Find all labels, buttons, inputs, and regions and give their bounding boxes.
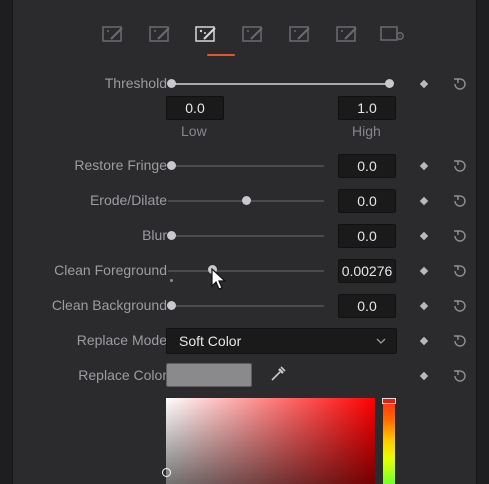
hue-slider[interactable] — [383, 398, 395, 484]
keyframe-icon[interactable] — [419, 231, 429, 241]
color-picker-field[interactable] — [162, 398, 375, 484]
keyframe-icon[interactable] — [419, 371, 429, 381]
keyframe-icon[interactable] — [419, 79, 429, 89]
replace-mode-label: Replace Mode — [76, 332, 167, 348]
reset-icon[interactable] — [452, 333, 468, 349]
keyframe-icon[interactable] — [419, 161, 429, 171]
blur-slider[interactable] — [172, 235, 324, 237]
threshold-label: Threshold — [104, 75, 167, 91]
restore-fringe-field[interactable]: 0.0 — [338, 154, 396, 178]
eyedropper-icon[interactable] — [269, 365, 287, 383]
settings-icon — [380, 26, 404, 41]
tab-settings[interactable] — [379, 23, 405, 45]
blur-field[interactable]: 0.0 — [338, 224, 396, 248]
qualifier-icon — [289, 26, 310, 42]
replace-mode-value: Soft Color — [179, 333, 242, 349]
replace-mode-dropdown[interactable]: Soft Color — [166, 328, 397, 354]
erode-dilate-field[interactable]: 0.0 — [338, 189, 396, 213]
clean-background-field[interactable]: 0.0 — [338, 294, 396, 318]
tab-matte-finesse[interactable] — [194, 23, 220, 45]
threshold-high-label: High — [352, 123, 381, 139]
palette-tab-bar — [13, 0, 476, 64]
blur-knob[interactable] — [167, 231, 176, 240]
restore-fringe-label: Restore Fringe — [74, 157, 167, 173]
clean-foreground-slider[interactable] — [168, 270, 324, 272]
tab-qualifier-2[interactable] — [148, 23, 174, 45]
clean-background-label: Clean Background — [51, 297, 167, 313]
threshold-low-label: Low — [181, 123, 207, 139]
color-picker-handle[interactable] — [162, 468, 171, 477]
qualifier-icon — [242, 26, 263, 42]
erode-dilate-knob[interactable] — [242, 196, 251, 205]
replace-color-label: Replace Color — [78, 367, 167, 383]
keyframe-icon[interactable] — [419, 301, 429, 311]
tab-qualifier-4[interactable] — [241, 23, 267, 45]
threshold-high-field[interactable]: 1.0 — [338, 96, 396, 120]
reset-icon[interactable] — [452, 76, 468, 92]
restore-fringe-knob[interactable] — [167, 161, 176, 170]
erode-dilate-label: Erode/Dilate — [89, 192, 167, 208]
keyframe-icon[interactable] — [419, 196, 429, 206]
active-tab-indicator — [207, 54, 235, 56]
clean-background-slider[interactable] — [172, 305, 324, 307]
reset-icon[interactable] — [452, 228, 468, 244]
threshold-range-fill — [172, 83, 390, 85]
keyframe-icon[interactable] — [419, 336, 429, 346]
tab-qualifier-5[interactable] — [288, 23, 314, 45]
mouse-cursor-icon — [211, 268, 227, 290]
qualifier-icon — [102, 26, 123, 42]
threshold-low-knob[interactable] — [167, 79, 176, 88]
tab-qualifier-6[interactable] — [335, 23, 361, 45]
clean-foreground-label: Clean Foreground — [54, 262, 167, 278]
matte-finesse-icon — [195, 26, 216, 42]
reset-icon[interactable] — [452, 158, 468, 174]
reset-icon[interactable] — [452, 298, 468, 314]
reset-icon[interactable] — [452, 263, 468, 279]
right-edge — [476, 0, 489, 484]
left-edge — [0, 0, 13, 484]
blur-label: Blur — [142, 227, 167, 243]
clean-foreground-field[interactable]: 0.00276 — [338, 259, 396, 283]
threshold-low-field[interactable]: 0.0 — [166, 96, 224, 120]
chevron-down-icon — [376, 338, 386, 344]
keyframe-icon[interactable] — [419, 266, 429, 276]
hue-slider-handle[interactable] — [382, 398, 396, 404]
qualifier-icon — [336, 26, 357, 42]
reset-icon[interactable] — [452, 368, 468, 384]
reset-icon[interactable] — [452, 193, 468, 209]
default-marker — [170, 279, 173, 282]
threshold-high-knob[interactable] — [385, 79, 394, 88]
qualifier-icon — [149, 26, 170, 42]
restore-fringe-slider[interactable] — [172, 165, 324, 167]
tab-qualifier-1[interactable] — [101, 23, 127, 45]
replace-color-swatch[interactable] — [166, 363, 252, 387]
clean-background-knob[interactable] — [167, 301, 176, 310]
